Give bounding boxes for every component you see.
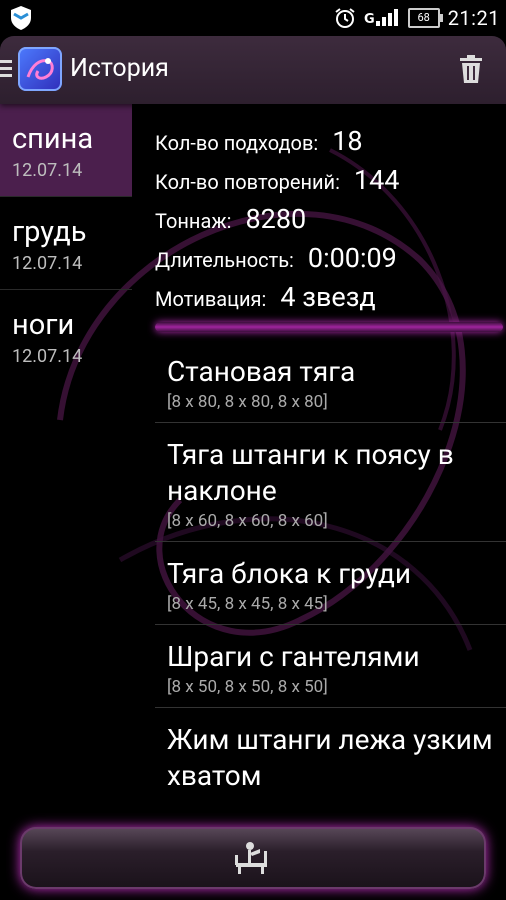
- stat-reps: Кол-во повторений: 144: [155, 164, 495, 203]
- menu-icon[interactable]: [0, 58, 12, 80]
- stat-sets: Кол-во подходов: 18: [155, 125, 495, 164]
- stat-motivation: Мотивация: 4 звезд: [155, 281, 495, 320]
- day-item-back[interactable]: спина 12.07.14: [0, 104, 132, 197]
- bench-press-icon: [235, 842, 267, 874]
- action-bar: История: [0, 36, 506, 104]
- exercise-list[interactable]: Становая тяга [8 x 80, 8 x 80, 8 x 80] Т…: [155, 340, 506, 820]
- day-item-chest[interactable]: грудь 12.07.14: [0, 197, 132, 290]
- stat-value: 18: [332, 125, 363, 157]
- stat-value: 0:00:09: [307, 242, 397, 274]
- exercise-name: Тяга штанги к поясу в наклоне: [167, 438, 454, 507]
- exercise-name: Тяга блока к груди: [167, 557, 412, 590]
- bottom-bar: [0, 820, 506, 900]
- stat-value: 144: [353, 164, 400, 196]
- stat-label: Длительность:: [155, 248, 294, 272]
- exercise-sets: [8 x 45, 8 x 45, 8 x 45]: [167, 594, 328, 614]
- status-bar: G 68 21:21: [0, 0, 506, 36]
- workout-stats: Кол-во подходов: 18 Кол-во повторений: 144…: [155, 125, 495, 320]
- day-name: грудь: [12, 215, 87, 249]
- exercise-name: Шраги с гантелями: [167, 640, 420, 673]
- exercise-name: Становая тяга: [167, 355, 356, 388]
- page-title: История: [70, 54, 169, 83]
- stat-value: 8280: [245, 203, 307, 235]
- exercise-name: Жим штанги лежа узким хватом: [167, 723, 493, 792]
- day-date: 12.07.14: [12, 346, 83, 367]
- stat-label: Мотивация:: [155, 287, 267, 311]
- list-item[interactable]: Шраги с гантелями [8 x 50, 8 x 50, 8 x 5…: [155, 625, 506, 708]
- exercise-sets: [8 x 80, 8 x 80, 8 x 80]: [167, 392, 328, 412]
- alarm-icon: [335, 8, 355, 28]
- list-item[interactable]: Тяга блока к груди [8 x 45, 8 x 45, 8 x …: [155, 542, 506, 625]
- workout-day-list: спина 12.07.14 грудь 12.07.14 ноги 12.07…: [0, 104, 132, 820]
- stat-label: Кол-во подходов:: [155, 131, 319, 155]
- day-name: ноги: [12, 308, 75, 342]
- battery-icon: 68: [407, 8, 443, 28]
- stats-divider: [155, 322, 503, 332]
- status-icons: G 68 21:21: [334, 0, 500, 36]
- day-item-legs[interactable]: ноги 12.07.14: [0, 290, 132, 382]
- list-item[interactable]: Становая тяга [8 x 80, 8 x 80, 8 x 80]: [155, 340, 506, 423]
- signal-icon: G: [364, 9, 398, 27]
- list-item[interactable]: Жим штанги лежа узким хватом: [155, 708, 506, 806]
- day-name: спина: [12, 122, 94, 156]
- stat-duration: Длительность: 0:00:09: [155, 242, 495, 281]
- stat-label: Кол-во повторений:: [155, 170, 340, 194]
- trash-icon[interactable]: [458, 54, 484, 84]
- exercise-sets: [8 x 50, 8 x 50, 8 x 50]: [167, 677, 328, 697]
- exercise-sets: [8 x 60, 8 x 60, 8 x 60]: [167, 511, 328, 531]
- day-date: 12.07.14: [12, 253, 83, 274]
- shield-icon: [11, 6, 31, 30]
- day-date: 12.07.14: [12, 160, 83, 181]
- app-logo-icon[interactable]: [18, 47, 62, 91]
- start-workout-button[interactable]: [20, 827, 486, 889]
- stat-tonnage: Тоннаж: 8280: [155, 203, 495, 242]
- status-time: 21:21: [447, 6, 500, 30]
- list-item[interactable]: Тяга штанги к поясу в наклоне [8 x 60, 8…: [155, 423, 506, 542]
- stat-value: 4 звезд: [280, 281, 376, 313]
- stat-label: Тоннаж:: [155, 209, 232, 233]
- svg-text:G: G: [364, 12, 375, 27]
